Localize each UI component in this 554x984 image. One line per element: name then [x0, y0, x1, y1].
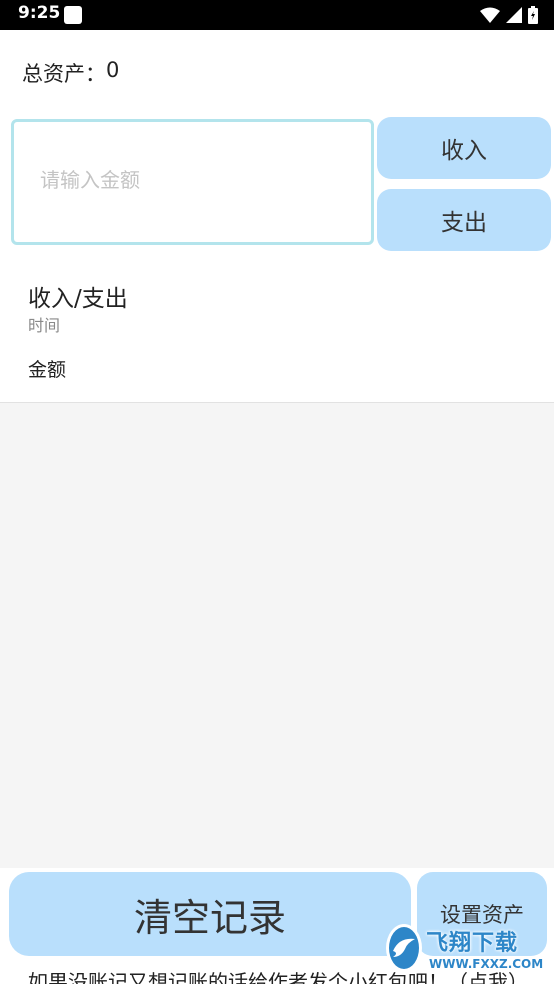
total-assets-value: 0 — [106, 58, 120, 82]
signal-icon — [506, 7, 522, 23]
expense-button[interactable]: 支出 — [377, 189, 551, 251]
status-icons — [480, 5, 538, 25]
record-time-label: 时间 — [28, 316, 61, 335]
amount-input-box[interactable] — [11, 119, 374, 245]
total-assets-label: 总资产： — [22, 62, 106, 86]
status-bar: 9:25 — [0, 0, 554, 30]
notification-icon — [64, 6, 82, 24]
amount-input[interactable] — [40, 168, 350, 192]
record-amount-label: 金额 — [28, 359, 67, 381]
wifi-icon — [480, 7, 500, 23]
record-type-label: 收入/支出 — [28, 286, 128, 312]
record-header: 收入/支出 时间 金额 — [0, 262, 554, 403]
watermark-title: 飞翔下载 — [426, 931, 519, 956]
watermark: 飞翔下载 WWW.FXXZ.COM — [386, 920, 547, 976]
bird-logo-icon — [386, 924, 422, 972]
watermark-url: WWW.FXXZ.COM — [426, 957, 547, 971]
total-assets: 总资产： 0 — [22, 58, 119, 88]
battery-icon — [528, 6, 538, 24]
record-list[interactable] — [0, 403, 554, 868]
clear-records-button[interactable]: 清空记录 — [9, 872, 411, 956]
status-time: 9:25 — [18, 3, 61, 23]
income-button[interactable]: 收入 — [377, 117, 551, 179]
